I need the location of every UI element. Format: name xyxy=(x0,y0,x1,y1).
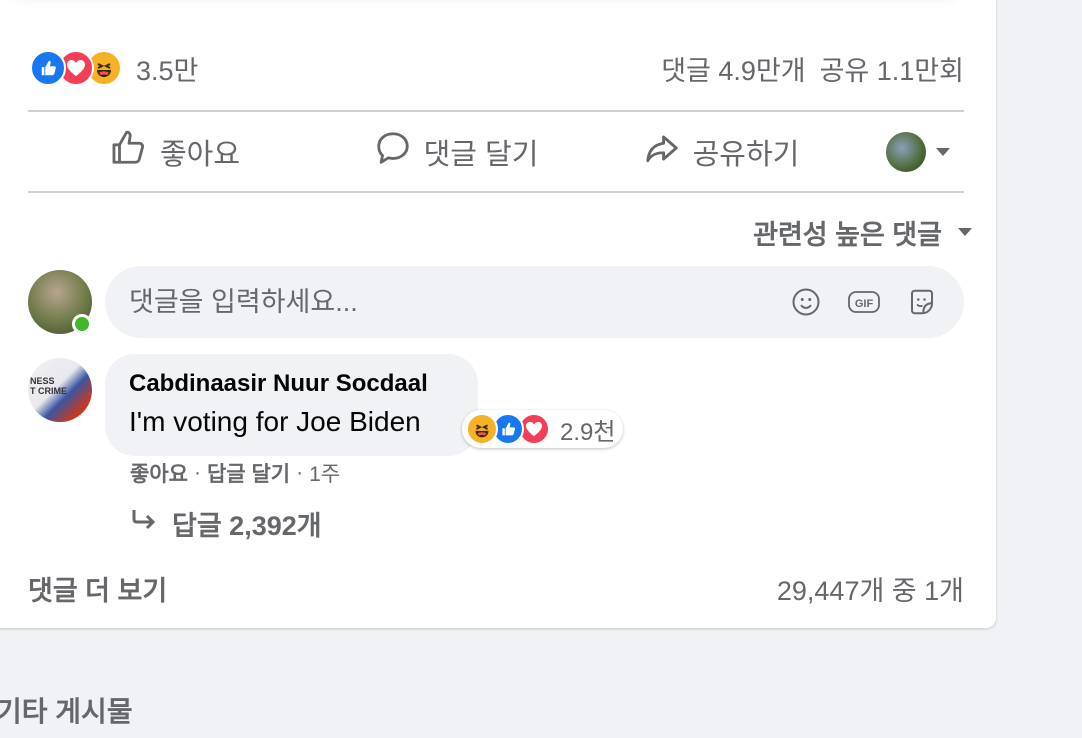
comments-footer: 댓글 더 보기 29,447개 중 1개 xyxy=(28,566,964,610)
comment-meta: 좋아요 · 답글 달기 · 1주 xyxy=(130,458,340,488)
like-icon xyxy=(30,50,66,86)
comment-composer: GIF xyxy=(105,266,964,338)
share-count[interactable]: 공유 1.1만회 xyxy=(820,49,964,88)
view-replies-link[interactable]: 답글 2,392개 xyxy=(130,503,322,543)
comment-text: I'm voting for Joe Biden xyxy=(129,406,421,437)
post-action-bar: 좋아요 댓글 달기 공유하기 xyxy=(28,112,964,192)
like-button[interactable]: 좋아요 xyxy=(80,122,270,182)
separator: · xyxy=(296,461,304,484)
comment-time[interactable]: 1주 xyxy=(309,458,340,488)
gif-icon[interactable]: GIF xyxy=(846,284,882,320)
comment-reply-link[interactable]: 답글 달기 xyxy=(207,458,290,488)
comment-label: 댓글 달기 xyxy=(423,139,539,171)
comment-input[interactable] xyxy=(129,286,729,318)
online-status-dot xyxy=(72,314,92,334)
comment-bubble: Cabdinaasir Nuur Socdaal I'm voting for … xyxy=(105,354,478,456)
comment-author[interactable]: Cabdinaasir Nuur Socdaal xyxy=(129,370,454,398)
svg-text:GIF: GIF xyxy=(855,298,874,310)
comment-like-link[interactable]: 좋아요 xyxy=(130,458,188,488)
comment-reactions[interactable]: 2.9천 xyxy=(462,410,624,448)
post-stats: 3.5만 댓글 4.9만개 공유 1.1만회 xyxy=(30,44,964,92)
commenter-avatar[interactable]: NESS T CRIME xyxy=(28,358,92,422)
reaction-summary[interactable]: 3.5만 xyxy=(30,49,198,88)
divider xyxy=(28,191,964,193)
caret-down-icon xyxy=(936,148,950,156)
sticker-icon[interactable] xyxy=(904,284,940,320)
separator: · xyxy=(193,461,201,484)
haha-icon xyxy=(466,413,498,445)
comments-pagination: 29,447개 중 1개 xyxy=(776,575,964,606)
comment-reaction-count: 2.9천 xyxy=(560,418,616,446)
caret-down-icon xyxy=(958,228,972,236)
comment-sort-dropdown[interactable]: 관련성 높은 댓글 xyxy=(753,212,972,252)
comment-count[interactable]: 댓글 4.9만개 xyxy=(661,49,805,88)
share-arrow-icon xyxy=(643,129,681,175)
reply-arrow-icon xyxy=(130,508,158,539)
other-posts-heading: 기타 게시물 xyxy=(0,696,133,727)
speech-bubble-icon xyxy=(374,129,412,175)
avatar-text: NESS T CRIME xyxy=(30,376,67,396)
page-background xyxy=(1040,0,1082,738)
reaction-count: 3.5만 xyxy=(136,55,199,86)
replies-count: 답글 2,392개 xyxy=(172,510,322,541)
more-comments-link[interactable]: 댓글 더 보기 xyxy=(28,569,167,608)
avatar xyxy=(886,132,926,172)
like-label: 좋아요 xyxy=(159,139,241,171)
emoji-icon[interactable] xyxy=(788,284,824,320)
sort-label: 관련성 높은 댓글 xyxy=(753,219,942,250)
comment-button[interactable]: 댓글 달기 xyxy=(356,122,556,182)
thumbs-up-icon xyxy=(110,129,148,175)
share-label: 공유하기 xyxy=(692,139,800,171)
react-as-selector[interactable] xyxy=(886,122,950,182)
share-button[interactable]: 공유하기 xyxy=(626,122,816,182)
